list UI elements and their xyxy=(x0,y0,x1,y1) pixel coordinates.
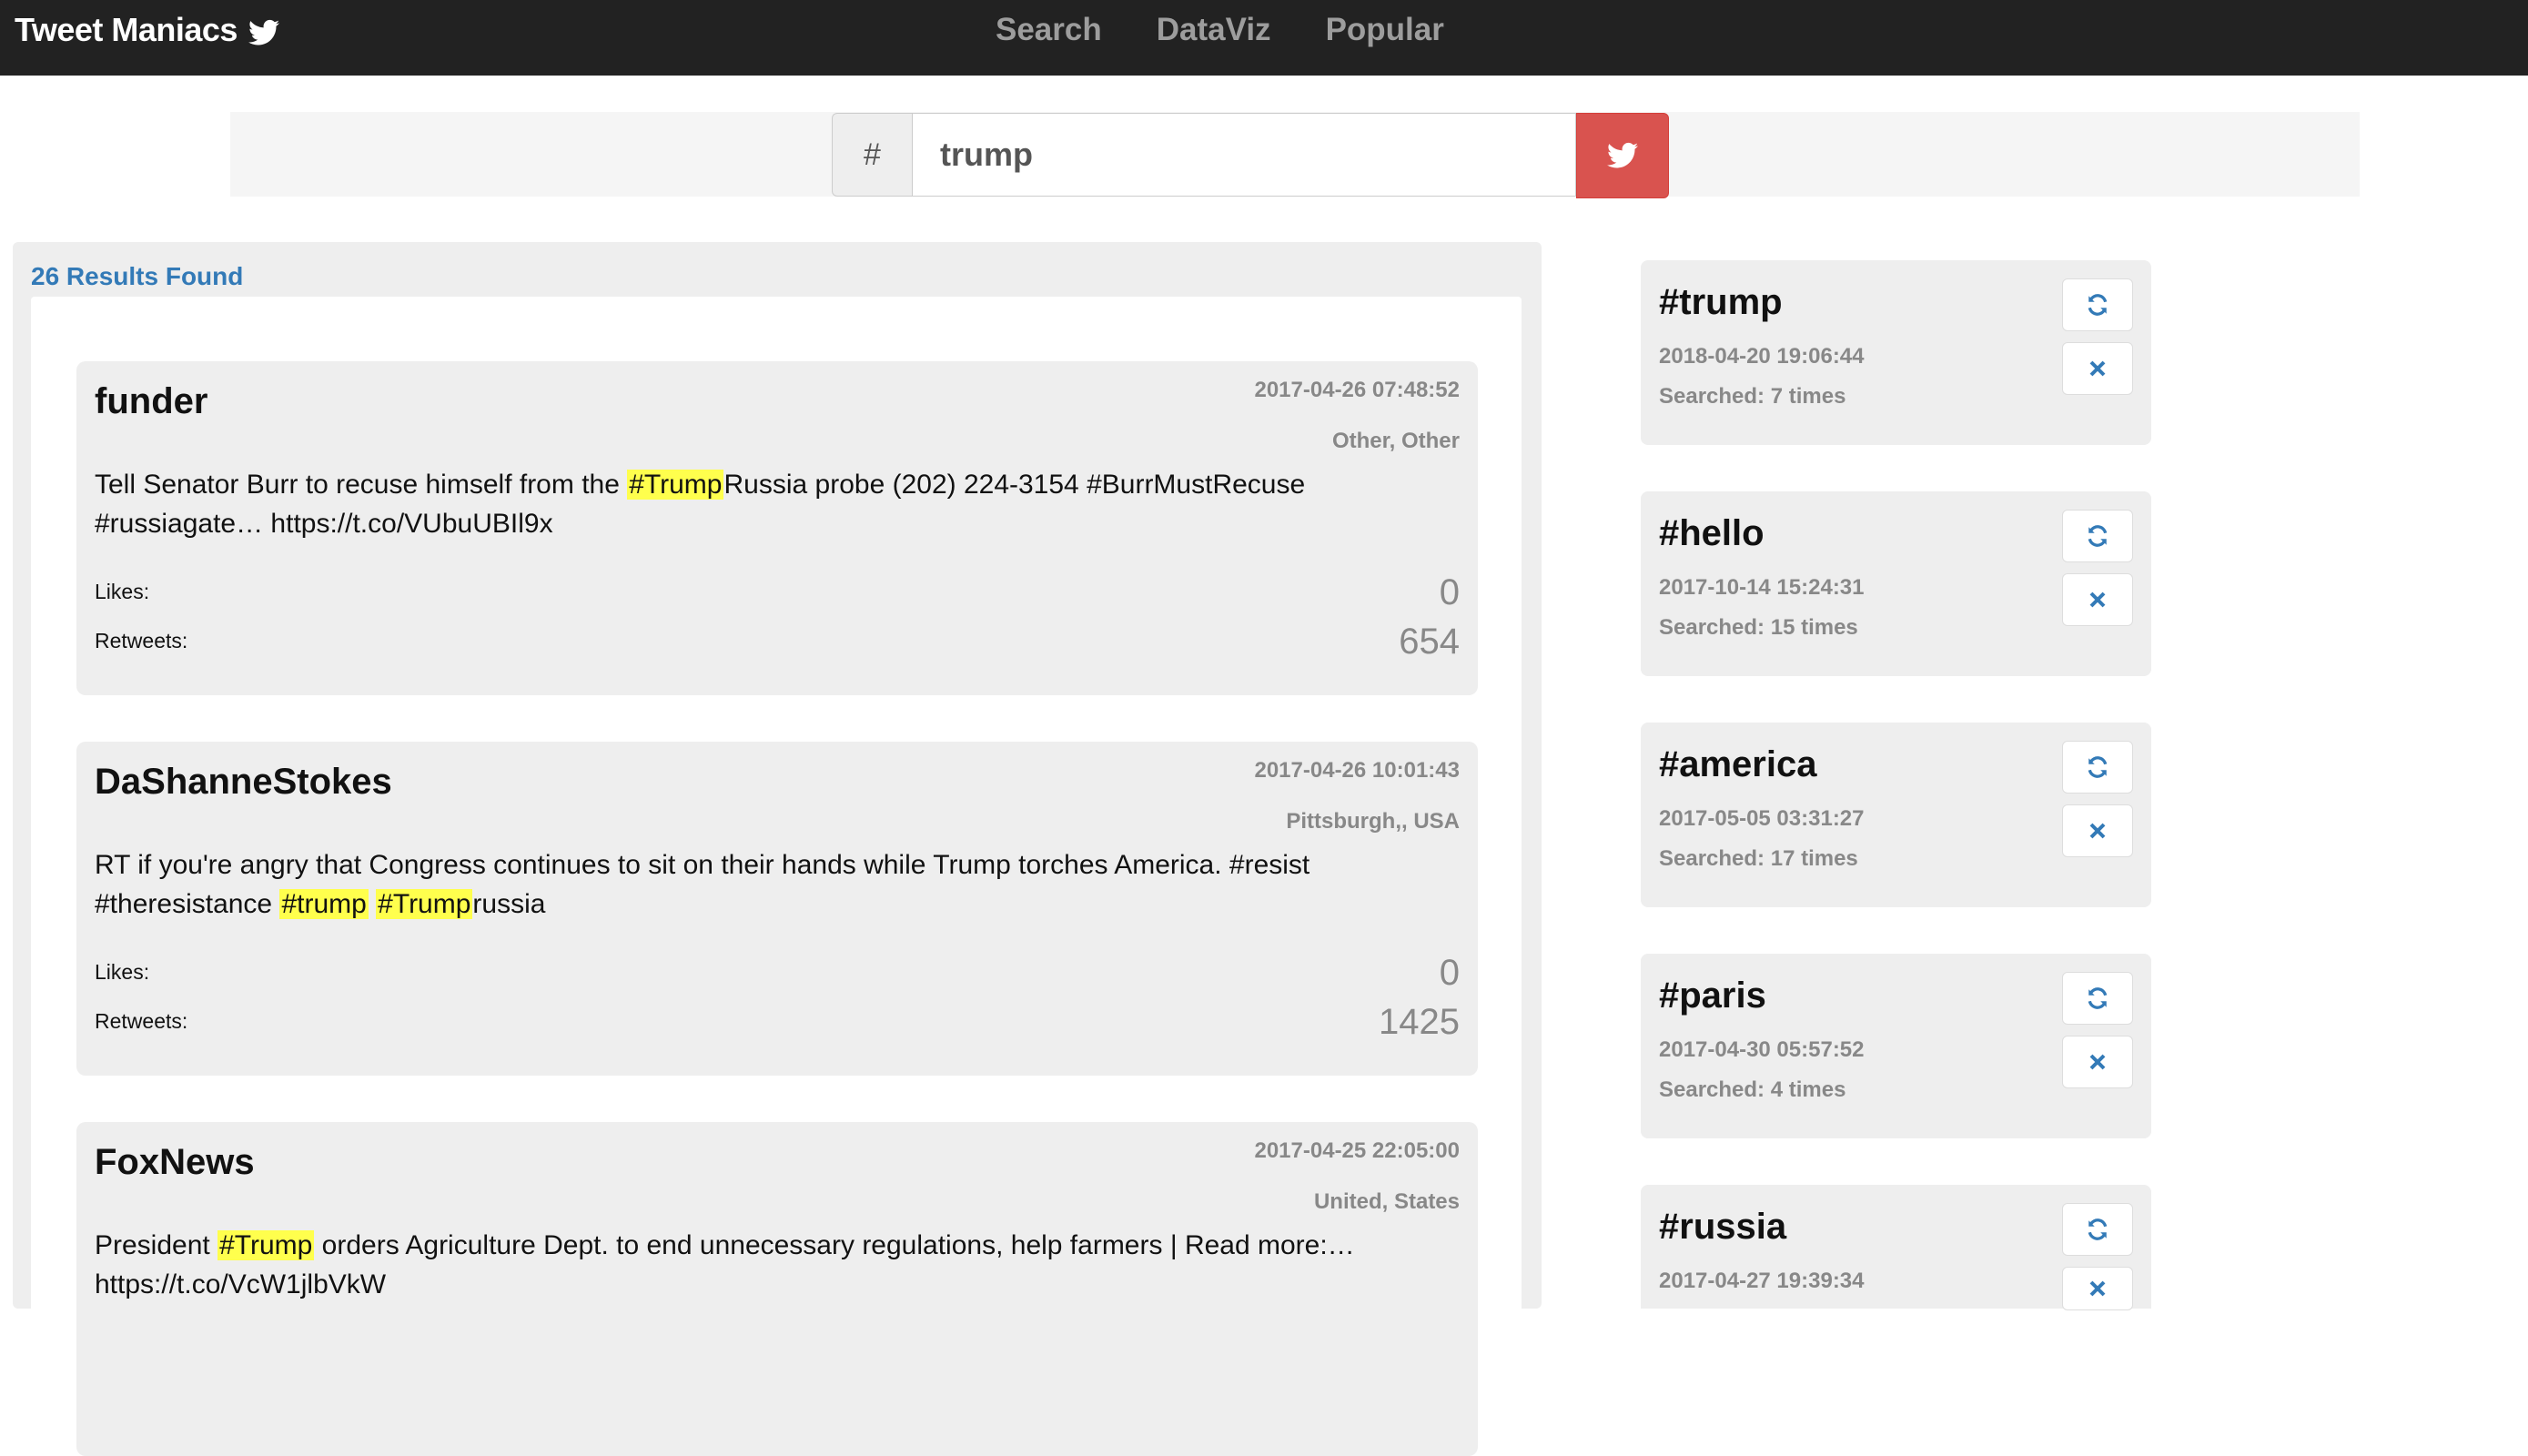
highlighted-hashtag[interactable]: #Trump xyxy=(217,1230,315,1260)
results-panel: 26 Results Found funder 2017-04-26 07:48… xyxy=(13,242,1542,1456)
history-card: #america 2017-05-05 03:31:27 Searched: 1… xyxy=(1641,723,2151,907)
likes-label: Likes: xyxy=(95,960,150,984)
highlighted-hashtag[interactable]: #Trump xyxy=(627,470,724,500)
tweet-text: President #Trump orders Agriculture Dept… xyxy=(95,1226,1414,1304)
history-hashtag[interactable]: #hello xyxy=(1659,513,1765,554)
brand-link[interactable]: Tweet Maniacs xyxy=(15,0,279,60)
twitter-bird-icon xyxy=(248,16,279,46)
likes-count: 0 xyxy=(1439,572,1460,612)
tweet-text-part xyxy=(369,889,376,919)
tweet-card: funder 2017-04-26 07:48:52 Other, Other … xyxy=(76,361,1478,695)
tweet-username[interactable]: DaShanneStokes xyxy=(95,762,392,803)
history-card: #russia 2017-04-27 19:39:34 xyxy=(1641,1185,2151,1310)
tweet-text: RT if you're angry that Congress continu… xyxy=(95,845,1414,924)
history-card: #hello 2017-10-14 15:24:31 Searched: 15 … xyxy=(1641,491,2151,676)
tweet-text-part: RT if you're angry that Congress continu… xyxy=(95,850,1310,919)
remove-button[interactable] xyxy=(2062,1036,2133,1088)
refresh-button[interactable] xyxy=(2062,510,2133,562)
history-search-count: Searched: 17 times xyxy=(1659,846,1858,871)
top-navbar: Tweet Maniacs Search DataViz Popular xyxy=(0,0,2528,76)
nav-links: Search DataViz Popular xyxy=(996,0,1499,60)
refresh-icon xyxy=(2088,987,2108,1009)
remove-button[interactable] xyxy=(2062,804,2133,857)
tweet-text-part: Tell Senator Burr to recuse himself from… xyxy=(95,470,628,500)
nav-popular-link[interactable]: Popular xyxy=(1326,12,1444,48)
refresh-button[interactable] xyxy=(2062,278,2133,331)
results-list: funder 2017-04-26 07:48:52 Other, Other … xyxy=(31,297,1522,1456)
highlighted-hashtag[interactable]: #Trump xyxy=(376,889,473,919)
close-icon xyxy=(2089,1054,2106,1070)
retweets-label: Retweets: xyxy=(95,629,188,652)
twitter-bird-icon xyxy=(1607,142,1638,168)
history-card: #paris 2017-04-30 05:57:52 Searched: 4 t… xyxy=(1641,954,2151,1138)
results-count: 26 Results Found xyxy=(31,262,244,290)
tweet-date: 2017-04-25 22:05:00 xyxy=(1254,1138,1460,1163)
close-icon xyxy=(2089,1280,2106,1297)
history-timestamp: 2018-04-20 19:06:44 xyxy=(1659,344,1865,369)
tweet-card: FoxNews 2017-04-25 22:05:00 United, Stat… xyxy=(76,1122,1478,1456)
remove-button[interactable] xyxy=(2062,1267,2133,1310)
close-icon xyxy=(2089,592,2106,608)
history-timestamp: 2017-04-30 05:57:52 xyxy=(1659,1037,1865,1062)
tweet-text-part: russia xyxy=(472,889,546,919)
tweet-text-part: President xyxy=(95,1230,218,1260)
history-search-count: Searched: 15 times xyxy=(1659,615,1858,640)
search-submit-button[interactable] xyxy=(1576,113,1669,198)
tweet-date: 2017-04-26 10:01:43 xyxy=(1254,758,1460,783)
tweet-username[interactable]: funder xyxy=(95,381,207,422)
remove-button[interactable] xyxy=(2062,573,2133,626)
history-timestamp: 2017-04-27 19:39:34 xyxy=(1659,1269,1865,1293)
tweet-date: 2017-04-26 07:48:52 xyxy=(1254,378,1460,402)
search-input-group: # xyxy=(832,113,1669,198)
history-hashtag[interactable]: #paris xyxy=(1659,976,1766,1016)
history-hashtag[interactable]: #russia xyxy=(1659,1207,1786,1248)
hashtag-prefix: # xyxy=(832,113,912,197)
refresh-button[interactable] xyxy=(2062,972,2133,1025)
tweet-location: Pittsburgh,, USA xyxy=(1286,809,1460,834)
retweets-label: Retweets: xyxy=(95,1009,188,1033)
likes-count: 0 xyxy=(1439,953,1460,993)
tweet-text: Tell Senator Burr to recuse himself from… xyxy=(95,465,1414,543)
close-icon xyxy=(2089,823,2106,839)
hashtag-search-input[interactable] xyxy=(912,113,1576,197)
refresh-icon xyxy=(2088,1218,2108,1240)
tweet-card: DaShanneStokes 2017-04-26 10:01:43 Pitts… xyxy=(76,742,1478,1076)
refresh-button[interactable] xyxy=(2062,741,2133,794)
refresh-icon xyxy=(2088,756,2108,778)
history-search-count: Searched: 4 times xyxy=(1659,1077,1846,1102)
tweet-location: Other, Other xyxy=(1331,429,1460,453)
history-timestamp: 2017-05-05 03:31:27 xyxy=(1659,806,1865,831)
brand-name: Tweet Maniacs xyxy=(15,11,238,48)
close-icon xyxy=(2089,360,2106,377)
likes-label: Likes: xyxy=(95,580,150,603)
history-hashtag[interactable]: #trump xyxy=(1659,282,1783,323)
retweets-count: 1425 xyxy=(1379,1002,1460,1042)
highlighted-hashtag[interactable]: #trump xyxy=(279,889,369,919)
refresh-icon xyxy=(2088,294,2108,316)
history-search-count: Searched: 7 times xyxy=(1659,384,1846,409)
tweet-location: United, States xyxy=(1313,1189,1460,1214)
retweets-count: 654 xyxy=(1399,622,1460,662)
tweet-username[interactable]: FoxNews xyxy=(95,1142,255,1183)
history-card: #trump 2018-04-20 19:06:44 Searched: 7 t… xyxy=(1641,260,2151,445)
refresh-icon xyxy=(2088,525,2108,547)
history-timestamp: 2017-10-14 15:24:31 xyxy=(1659,575,1865,600)
refresh-button[interactable] xyxy=(2062,1203,2133,1256)
nav-dataviz-link[interactable]: DataViz xyxy=(1157,12,1271,48)
remove-button[interactable] xyxy=(2062,342,2133,395)
nav-search-link[interactable]: Search xyxy=(996,12,1102,48)
history-hashtag[interactable]: #america xyxy=(1659,744,1816,785)
